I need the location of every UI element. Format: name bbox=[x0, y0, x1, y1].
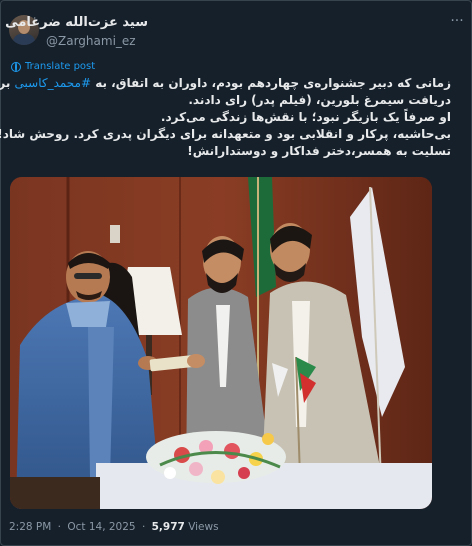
views-label: Views bbox=[188, 521, 219, 533]
views-count: 5,977 bbox=[151, 521, 185, 533]
tweet-line-3: او صرفاً یک بازیگر نبود؛ با نقش‌ها زندگی… bbox=[160, 110, 451, 124]
tweet-date[interactable]: Oct 14, 2025 bbox=[67, 521, 135, 533]
translate-post-label: Translate post bbox=[25, 61, 96, 72]
tweet-line-4: بی‌حاشیه، پرکار و انقلابی بود و متعهدانه… bbox=[0, 127, 451, 141]
tweet-text: زمانی که دبیر جشنواره‌ی چهاردهم بودم، دا… bbox=[0, 75, 451, 160]
tweet-line-1-after: برای bbox=[0, 76, 11, 90]
tweet-line-1-before: زمانی که دبیر جشنواره‌ی چهاردهم بودم، دا… bbox=[91, 76, 451, 90]
tweet-line-1: زمانی که دبیر جشنواره‌ی چهاردهم بودم، دا… bbox=[0, 75, 451, 92]
more-options-icon[interactable]: ··· bbox=[449, 13, 465, 29]
tweet-photo[interactable] bbox=[10, 177, 432, 509]
author-handle[interactable]: @Zarghami_ez bbox=[46, 34, 136, 48]
hashtag-link[interactable]: #محمد_کاسبی bbox=[15, 76, 92, 90]
tweet-meta: 2:28 PM · Oct 14, 2025 · 5,977 Views bbox=[9, 521, 222, 533]
author-name[interactable]: سید عزت‌الله ضرغامی bbox=[5, 15, 148, 30]
globe-icon bbox=[11, 61, 21, 72]
meta-separator-2: · bbox=[141, 521, 146, 533]
tweet-line-2: دریافت سیمرغ بلورین، (فیلم پدر) رای دادن… bbox=[188, 93, 451, 107]
avatar-body bbox=[13, 34, 35, 45]
tweet-line-5: تسلیت به همسر،دختر فداکار و دوستدارانش! bbox=[187, 144, 451, 158]
translate-post-link[interactable]: Translate post bbox=[11, 61, 95, 72]
meta-separator-1: · bbox=[57, 521, 61, 533]
photo-illustration bbox=[10, 177, 432, 509]
tweet-time[interactable]: 2:28 PM bbox=[9, 521, 51, 533]
tweet-card: ··· سید عزت‌الله ضرغامی @Zarghami_ez Tra… bbox=[0, 0, 472, 546]
